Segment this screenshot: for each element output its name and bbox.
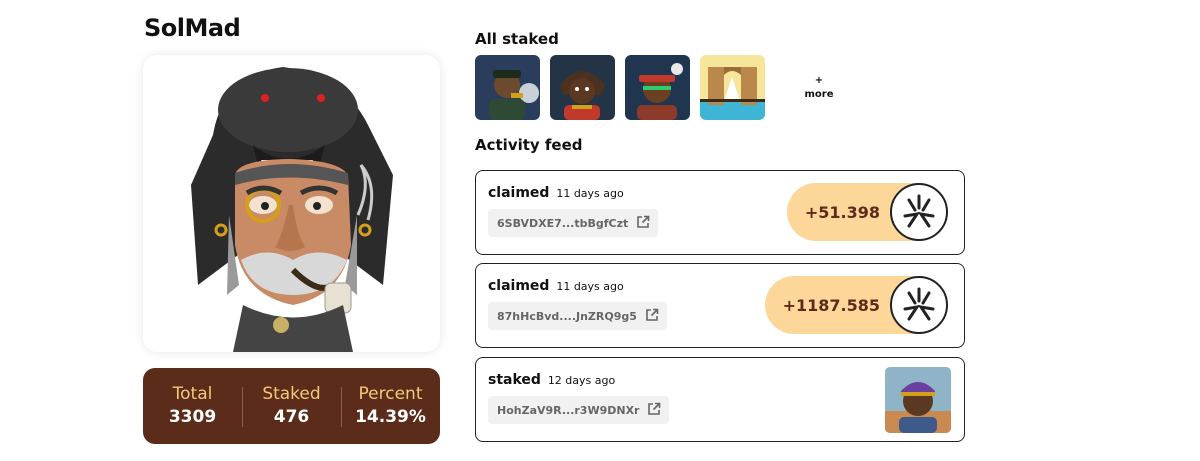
transaction-link[interactable]: 6SBVDXE7...tbBgfCzt xyxy=(488,209,659,237)
reward-pill: +1187.585 xyxy=(764,276,948,334)
token-icon xyxy=(890,183,948,241)
stat-staked: Staked 476 xyxy=(242,383,341,429)
stat-label: Staked xyxy=(262,384,321,404)
transaction-id: HohZaV9R...r3W9DNXr xyxy=(497,403,640,417)
stat-label: Percent xyxy=(358,384,423,404)
hero-nft-image xyxy=(191,67,393,352)
more-plus-icon: + xyxy=(814,74,824,86)
staked-thumbnails: + more xyxy=(475,55,863,120)
activity-item: staked 12 days ago HohZaV9R...r3W9DNXr xyxy=(475,357,965,442)
reward-amount: +51.398 xyxy=(804,202,880,222)
external-link-icon xyxy=(647,402,661,419)
stat-value: 14.39% xyxy=(355,407,426,427)
stats-panel: Total 3309 Staked 476 Percent 14.39% xyxy=(143,368,440,444)
transaction-link[interactable]: 87hHcBvd....JnZRQ9g5 xyxy=(488,302,667,330)
staked-nft-thumbnail[interactable] xyxy=(885,367,951,433)
more-staked-button[interactable]: + more xyxy=(775,74,863,102)
collection-title: SolMad xyxy=(144,14,241,42)
activity-item: claimed 11 days ago 6SBVDXE7...tbBgfCzt … xyxy=(475,170,965,255)
stat-value: 3309 xyxy=(168,407,217,427)
staked-nft-thumbnail[interactable] xyxy=(625,55,690,120)
staked-nft-thumbnail[interactable] xyxy=(475,55,540,120)
stat-value: 476 xyxy=(273,407,310,427)
stat-percent: Percent 14.39% xyxy=(341,383,440,429)
external-link-icon xyxy=(645,308,659,325)
transaction-id: 87hHcBvd....JnZRQ9g5 xyxy=(497,309,637,323)
token-icon xyxy=(890,276,948,334)
staked-nft-thumbnail[interactable] xyxy=(700,55,765,120)
activity-time: 11 days ago xyxy=(556,187,624,200)
activity-action: claimed xyxy=(488,278,550,294)
transaction-link[interactable]: HohZaV9R...r3W9DNXr xyxy=(488,396,670,424)
activity-header: claimed 11 days ago xyxy=(488,278,624,294)
activity-time: 11 days ago xyxy=(556,280,624,293)
all-staked-title: All staked xyxy=(475,30,559,48)
transaction-id: 6SBVDXE7...tbBgfCzt xyxy=(497,216,629,230)
hero-nft-card xyxy=(143,55,440,352)
activity-time: 12 days ago xyxy=(547,374,616,387)
activity-header: claimed 11 days ago xyxy=(488,185,624,201)
staked-nft-thumbnail[interactable] xyxy=(550,55,615,120)
activity-action: staked xyxy=(488,372,541,388)
more-label: more xyxy=(804,88,834,100)
activity-feed-title: Activity feed xyxy=(475,136,583,154)
reward-pill: +51.398 xyxy=(786,183,948,241)
external-link-icon xyxy=(636,215,650,232)
stat-label: Total xyxy=(172,384,213,404)
activity-action: claimed xyxy=(488,185,550,201)
activity-header: staked 12 days ago xyxy=(488,372,615,388)
reward-amount: +1187.585 xyxy=(782,295,880,315)
stat-total: Total 3309 xyxy=(143,383,242,429)
activity-item: claimed 11 days ago 87hHcBvd....JnZRQ9g5… xyxy=(475,263,965,348)
